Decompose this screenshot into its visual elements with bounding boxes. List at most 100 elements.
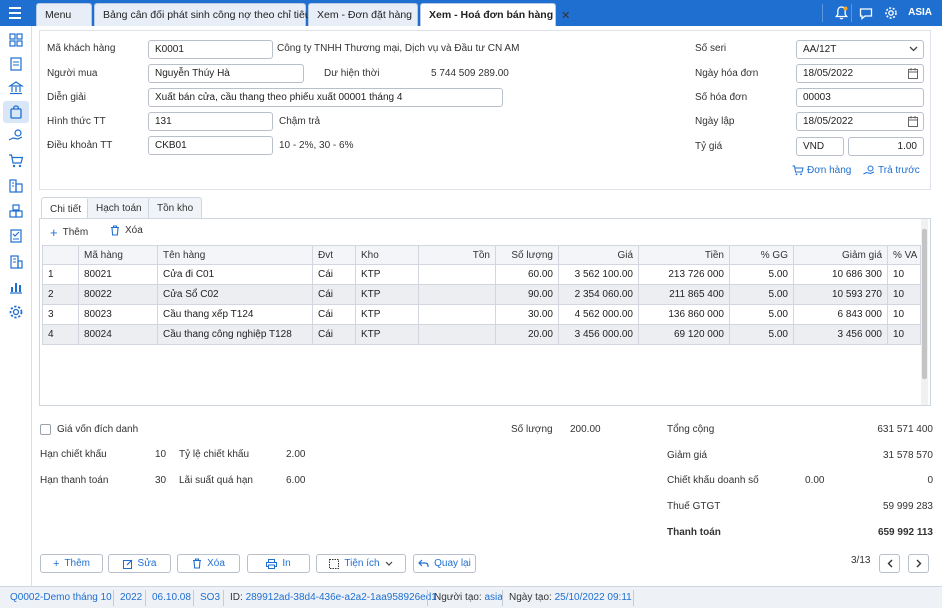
back-label: Quay lại [434, 558, 471, 569]
boxes-icon[interactable] [8, 203, 24, 219]
cell: 10 [887, 284, 921, 305]
status-bar: Q0002-Demo tháng 10 2022 06.10.08 SO3 ID… [0, 586, 942, 608]
payment-method-input[interactable]: 131 [148, 112, 273, 131]
column-header[interactable]: Đvt [312, 245, 356, 265]
exchange-rate-input[interactable]: 1.00 [848, 137, 924, 156]
edit-button[interactable]: Sửa [108, 554, 171, 573]
column-header[interactable]: % GG [729, 245, 794, 265]
report-icon[interactable] [8, 228, 24, 244]
column-header[interactable]: Tên hàng [157, 245, 313, 265]
table-header-row: Mã hàng Tên hàng Đvt Kho Tồn Số lượng Gi… [42, 245, 921, 265]
status-db[interactable]: SO3 [200, 592, 220, 603]
table-row[interactable]: 1 80021 Cửa đi C01 Cái KTP 60.00 3 562 1… [42, 264, 921, 285]
shopping-bag-icon[interactable] [3, 101, 29, 123]
status-created: Ngày tạo: 25/10/2022 09:11 [509, 592, 632, 603]
column-header[interactable]: Giảm giá [793, 245, 888, 265]
bar-chart-icon[interactable] [8, 279, 24, 295]
currency-input[interactable]: VND [796, 137, 844, 156]
bank-icon[interactable] [8, 80, 24, 96]
cell: 60.00 [495, 264, 559, 285]
table-row[interactable]: 3 80023 Cầu thang xếp T124 Cái KTP 30.00… [42, 304, 921, 325]
payment-due-label: Hạn thanh toán [40, 475, 109, 486]
cell: Cái [312, 324, 356, 345]
invoice-date-input[interactable]: 18/05/2022 [796, 64, 924, 83]
table-row[interactable]: 4 80024 Cầu thang công nghiệp T128 Cái K… [42, 324, 921, 345]
cell: KTP [355, 284, 419, 305]
invoice-number-input[interactable]: 00003 [796, 88, 924, 107]
status-company[interactable]: Q0002-Demo tháng 10 [10, 592, 112, 603]
tab-hach-toan[interactable]: Hạch toán [87, 197, 151, 219]
close-icon[interactable]: ✕ [561, 9, 570, 22]
column-header[interactable]: Tiền [638, 245, 730, 265]
tab-ton-kho[interactable]: Tồn kho [148, 197, 203, 219]
column-header[interactable]: Giá [558, 245, 639, 265]
tab-don-dat-hang[interactable]: Xem - Đơn đặt hàng ✕ [308, 3, 429, 26]
column-header[interactable]: Tồn [418, 245, 496, 265]
hand-coin-icon[interactable] [8, 128, 24, 144]
scrollbar-thumb[interactable] [922, 229, 927, 379]
payment-terms-input[interactable]: CKB01 [148, 136, 273, 155]
tab-bang-can-doi[interactable]: Bảng cân đối phát sinh công nợ theo chỉ … [94, 3, 328, 26]
trash-icon [193, 558, 202, 569]
cell: 211 865 400 [638, 284, 730, 305]
add-button[interactable]: + Thêm [40, 554, 103, 573]
undo-icon [418, 559, 429, 567]
cell: 10 [887, 264, 921, 285]
warehouse-icon[interactable] [8, 178, 24, 194]
tab-chi-tiet[interactable]: Chi tiết [41, 197, 91, 220]
prev-button[interactable] [879, 554, 900, 573]
description-input[interactable]: Xuất bán cửa, cầu thang theo phiếu xuất … [148, 88, 503, 107]
gear-icon[interactable] [882, 4, 900, 22]
print-label: In [282, 558, 291, 569]
serial-select[interactable]: AA/12T [796, 40, 924, 59]
cart-icon[interactable] [8, 153, 24, 169]
sales-discount-value: 0 [927, 475, 933, 486]
tab-hoa-don-ban-hang[interactable]: Xem - Hoá đơn bán hàng ✕ [420, 3, 570, 26]
print-button[interactable]: In [247, 554, 310, 573]
grid-delete-button[interactable]: Xóa [110, 225, 143, 236]
sales-order-link[interactable]: Đơn hàng [792, 165, 851, 176]
building-icon[interactable] [8, 254, 24, 270]
menu-icon[interactable] [0, 0, 30, 26]
prepayment-link[interactable]: Trả trước [863, 165, 920, 176]
user-name[interactable]: ASIA [908, 7, 932, 18]
top-bar: Menu Bảng cân đối phát sinh công nợ theo… [0, 0, 942, 26]
delete-button[interactable]: Xóa [177, 554, 240, 573]
table-row[interactable]: 2 80022 Cửa Sổ C02 Cái KTP 90.00 2 354 0… [42, 284, 921, 305]
status-version[interactable]: 06.10.08 [152, 592, 191, 603]
status-year[interactable]: 2022 [120, 592, 142, 603]
calendar-icon[interactable] [908, 116, 918, 127]
utilities-dropdown[interactable]: Tiện ích [316, 554, 406, 573]
back-button[interactable]: Quay lại [413, 554, 476, 573]
column-header[interactable]: Số lượng [495, 245, 559, 265]
document-icon[interactable] [8, 56, 24, 72]
settings-icon[interactable] [8, 304, 24, 320]
current-balance-label: Dư hiện thời [324, 68, 380, 79]
prepayment-label: Trả trước [878, 165, 920, 176]
status-creator: Người tạo: asia [434, 592, 503, 603]
column-header[interactable]: % VA [887, 245, 921, 265]
chat-icon[interactable] [857, 4, 875, 22]
vertical-scrollbar[interactable] [921, 219, 928, 405]
grid-add-button[interactable]: + Thêm [50, 225, 88, 240]
calendar-icon[interactable] [908, 68, 918, 79]
status-creator-label: Người tạo: [434, 592, 482, 603]
customer-code-input[interactable]: K0001 [148, 40, 273, 59]
next-button[interactable] [908, 554, 929, 573]
bell-icon[interactable] [832, 4, 850, 22]
cell: 3 456 000 [793, 324, 888, 345]
column-header[interactable]: Mã hàng [78, 245, 158, 265]
tab-label: Menu [45, 9, 72, 21]
buyer-input[interactable]: Nguyễn Thúy Hà [148, 64, 304, 83]
hand-coin-icon [863, 165, 875, 175]
column-header[interactable] [42, 245, 79, 265]
tab-menu[interactable]: Menu [36, 3, 92, 26]
utilities-label: Tiện ích [344, 558, 380, 569]
invoice-number-label: Số hóa đơn [695, 92, 748, 103]
cell: 10 [887, 324, 921, 345]
created-date-input[interactable]: 18/05/2022 [796, 112, 924, 131]
dashboard-icon[interactable] [8, 32, 24, 48]
divider [113, 590, 114, 606]
checkbox[interactable] [40, 424, 51, 435]
column-header[interactable]: Kho [355, 245, 419, 265]
